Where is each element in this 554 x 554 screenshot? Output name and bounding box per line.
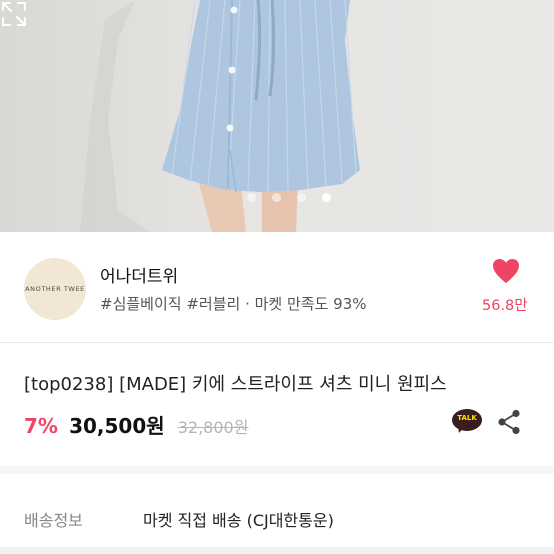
shipping-value: 마켓 직접 배송 (CJ대한통운) xyxy=(143,511,334,530)
like-count: 56.8만 xyxy=(482,298,528,314)
share-icon[interactable] xyxy=(497,409,521,435)
heart-icon[interactable] xyxy=(492,258,520,284)
sale-price: 30,500원 xyxy=(69,414,165,438)
seller-name[interactable]: 어나더트위 xyxy=(100,262,178,287)
section-divider xyxy=(0,342,554,343)
gallery-dot[interactable] xyxy=(322,193,331,202)
seller-avatar[interactable]: ANOTHER TWEE xyxy=(24,258,86,320)
original-price: 32,800원 xyxy=(177,418,249,437)
seller-avatar-text: ANOTHER TWEE xyxy=(25,285,85,293)
product-image-gallery[interactable] xyxy=(0,0,554,232)
gallery-pagination xyxy=(0,193,554,205)
seller-tags: #심플베이직 #러블리 · 마켓 만족도 93% xyxy=(100,295,367,313)
gallery-dot[interactable] xyxy=(247,193,256,202)
price-row: 7% 30,500원 32,800원 xyxy=(24,410,248,438)
shipping-label: 배송정보 xyxy=(24,511,83,530)
talk-label: TALK xyxy=(457,414,477,422)
discount-rate: 7% xyxy=(24,414,58,438)
product-title: [top0238] [MADE] 키에 스트라이프 셔츠 미니 원피스 xyxy=(24,374,447,395)
section-spacer xyxy=(0,466,554,474)
talk-button[interactable]: TALK xyxy=(452,409,482,433)
gallery-dot[interactable] xyxy=(272,193,281,202)
gallery-dot[interactable] xyxy=(297,193,306,202)
expand-icon[interactable] xyxy=(0,0,28,28)
seller-section[interactable]: ANOTHER TWEE 어나더트위 #심플베이직 #러블리 · 마켓 만족도 … xyxy=(0,232,554,342)
bottom-divider xyxy=(0,547,554,554)
talk-bubble-tail xyxy=(458,426,465,433)
